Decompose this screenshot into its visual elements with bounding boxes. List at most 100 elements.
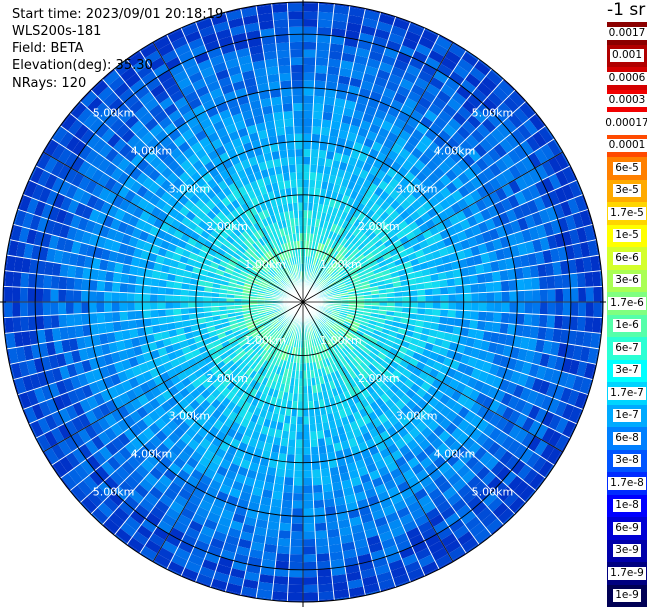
ray-89-gate-15: [180, 302, 189, 309]
ray-32-gate-23: [476, 320, 486, 331]
ray-0-gate-24: [303, 110, 314, 119]
ray-2-gate-26: [323, 96, 336, 106]
ray-91-gate-26: [96, 280, 106, 292]
ray-60-gate-20: [294, 454, 303, 463]
ray-1-gate-29: [314, 72, 327, 82]
ray-31-gate-21: [462, 310, 472, 320]
ray-59-gate-27: [303, 508, 315, 517]
ray-60-gate-13: [297, 401, 303, 410]
ray-0-gate-28: [303, 80, 315, 89]
ray-60-gate-24: [292, 485, 303, 494]
ray-118-gate-36: [273, 19, 289, 29]
ray-59-gate-13: [303, 401, 309, 410]
ray-118-gate-20: [286, 141, 295, 150]
ring-label-1-3: 1.00km: [244, 334, 286, 347]
colorbar-label-14: 6e-7: [613, 341, 641, 355]
colorbar-label-8: 1.7e-5: [608, 206, 646, 220]
ray-32-gate-29: [522, 325, 532, 338]
ray-119-gate-26: [292, 95, 303, 104]
ray-58-gate-39: [318, 598, 335, 602]
ray-29-gate-18: [440, 294, 449, 302]
ray-57-gate-29: [326, 521, 339, 531]
ray-2-gate-22: [320, 127, 331, 136]
ray-117-gate-25: [271, 104, 284, 114]
ray-92-gate-22: [128, 274, 137, 285]
ray-59-gate-32: [303, 546, 317, 555]
ray-88-gate-19: [150, 309, 159, 318]
ray-60-gate-26: [292, 500, 303, 509]
colorbar-bin-6: 6e-5: [607, 157, 647, 180]
ray-88-gate-29: [73, 313, 83, 326]
colorbar-label-3: 0.0003: [606, 94, 647, 108]
ray-61-gate-23: [283, 476, 294, 486]
ray-117-gate-30: [265, 66, 280, 76]
ray-88-gate-27: [89, 312, 98, 325]
ray-88-gate-23: [119, 311, 129, 322]
ray-61-gate-26: [281, 499, 293, 509]
ray-88-gate-31: [58, 314, 68, 328]
ray-89-gate-31: [58, 302, 67, 315]
ray-61-gate-25: [282, 492, 293, 501]
ray-91-gate-32: [50, 275, 60, 290]
ray-92-gate-29: [74, 266, 84, 279]
ray-59-gate-24: [303, 485, 314, 494]
ray-1-gate-37: [317, 11, 334, 21]
ray-62-gate-25: [271, 490, 284, 500]
ray-28-gate-31: [538, 276, 548, 290]
colorbar-bin-4: 0.00017: [603, 112, 647, 135]
ring-label-2-2: 2.00km: [358, 372, 400, 385]
ray-0-gate-20: [303, 141, 312, 150]
ray-89-gate-25: [104, 302, 113, 313]
ray-31-gate-34: [561, 315, 571, 330]
ray-60-gate-23: [293, 477, 303, 486]
ray-28-gate-33: [554, 274, 563, 289]
ray-118-gate-34: [275, 34, 290, 44]
ray-89-gate-23: [119, 302, 128, 312]
ray-88-gate-21: [134, 310, 144, 320]
ray-29-gate-25: [493, 291, 502, 302]
ring-label-5-1: 5.00km: [472, 107, 514, 120]
ray-1-gate-25: [313, 103, 324, 112]
ray-61-gate-19: [287, 446, 296, 455]
colorbar-bin-7: 3e-5: [607, 179, 647, 202]
ray-30-gate-38: [593, 302, 602, 318]
ray-1-gate-23: [312, 118, 323, 128]
ray-28-gate-36: [576, 272, 586, 288]
ray-0-gate-27: [303, 87, 315, 96]
ray-0-gate-23: [303, 118, 313, 127]
ray-87-gate-25: [105, 321, 115, 334]
ray-118-gate-18: [287, 156, 296, 166]
ray-90-gate-36: [19, 287, 28, 302]
colorbar-label-4: 0.00017: [603, 116, 647, 130]
ray-29-gate-35: [570, 287, 579, 302]
ray-30-gate-30: [532, 302, 541, 315]
ray-92-gate-24: [112, 272, 122, 283]
ray-119-gate-37: [287, 11, 303, 20]
ray-59-gate-39: [303, 599, 320, 602]
ray-57-gate-25: [322, 490, 335, 500]
ray-0-gate-26: [303, 95, 314, 104]
ray-90-gate-34: [35, 287, 44, 302]
ray-118-gate-22: [284, 126, 295, 135]
ray-60-gate-19: [294, 447, 303, 455]
ray-0-gate-18: [303, 156, 311, 165]
ray-59-gate-22: [303, 470, 313, 478]
ray-90-gate-30: [65, 289, 74, 302]
ray-88-gate-18: [157, 309, 167, 318]
ray-32-gate-22: [469, 319, 478, 330]
ray-61-gate-39: [271, 598, 288, 602]
ray-119-gate-27: [291, 87, 303, 96]
ray-119-gate-31: [290, 57, 303, 66]
ray-0-gate-22: [303, 126, 313, 134]
ray-90-gate-18: [157, 294, 166, 302]
ray-90-gate-19: [150, 293, 158, 302]
ray-91-gate-23: [119, 282, 129, 293]
ray-61-gate-29: [279, 522, 292, 532]
ray-0-gate-29: [303, 72, 316, 81]
ray-90-gate-32: [50, 288, 59, 302]
ray-31-gate-18: [439, 309, 449, 318]
ray-118-gate-24: [283, 111, 294, 120]
ray-59-gate-35: [303, 569, 318, 578]
ring-label-4-3: 4.00km: [131, 448, 173, 461]
ray-1-gate-24: [312, 111, 323, 120]
